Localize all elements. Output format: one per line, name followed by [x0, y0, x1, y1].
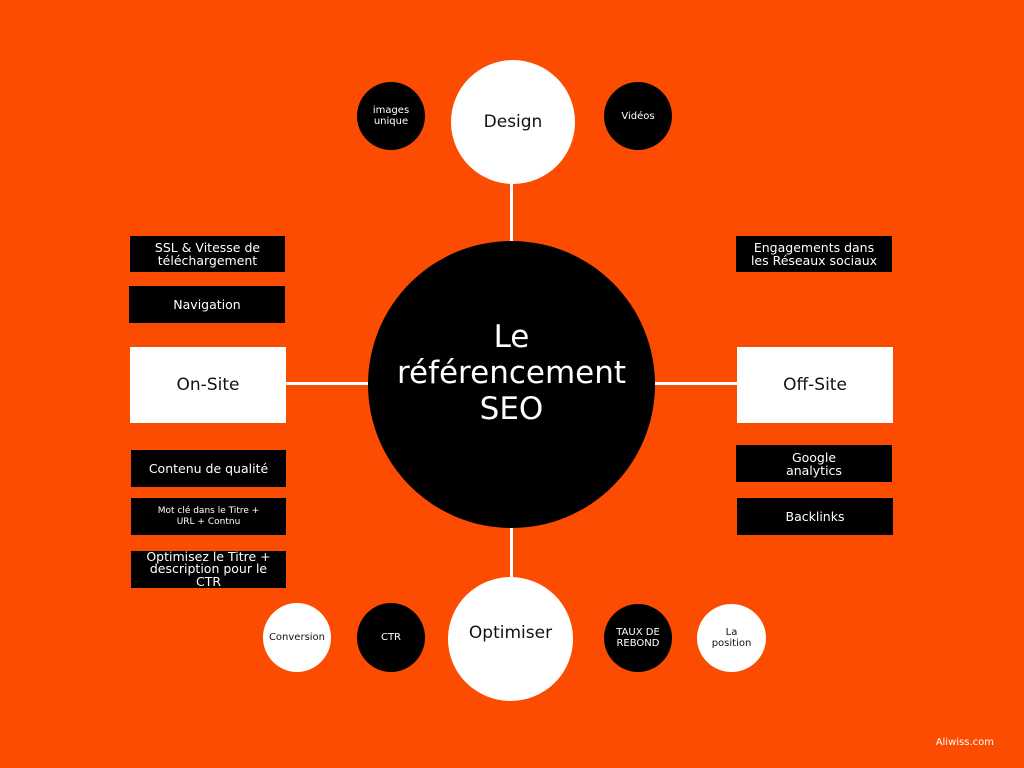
node-design: Design	[451, 60, 575, 184]
item-ssl-vitesse: SSL & Vitesse de téléchargement	[130, 236, 285, 272]
hub-line: SEO	[479, 391, 544, 427]
item-optimisez-titre: Optimisez le Titre + description pour le…	[131, 550, 286, 589]
item-engagements-reseaux: Engagements dans les Réseaux sociaux	[736, 236, 892, 272]
node-ctr: CTR	[357, 603, 425, 672]
item-backlinks: Backlinks	[737, 498, 893, 535]
label-line: TAUX DE	[616, 627, 660, 638]
connector-left	[286, 382, 370, 385]
label-line: les Réseaux sociaux	[750, 253, 878, 268]
label-line: REBOND	[616, 638, 660, 649]
node-images-unique-label: images unique	[373, 105, 409, 127]
node-off-site-label: Off-Site	[783, 375, 847, 395]
hub-title: Le référencement SEO	[397, 319, 626, 427]
label-line: Mot clé dans le Titre +	[157, 505, 260, 516]
label-line: unique	[373, 116, 409, 127]
label-line: Contenu de qualité	[148, 461, 269, 476]
node-taux-rebond: TAUX DE REBOND	[604, 604, 672, 672]
hub-line: Le	[493, 319, 530, 355]
node-conversion: Conversion	[263, 603, 331, 672]
item-google-analytics: Google analytics	[736, 445, 892, 482]
label-line: images	[372, 105, 410, 116]
node-on-site: On-Site	[130, 347, 286, 423]
connector-top	[510, 184, 513, 242]
node-off-site: Off-Site	[737, 347, 893, 423]
node-ctr-label: CTR	[380, 632, 402, 643]
label-line: La	[725, 627, 738, 638]
hub-line: référencement	[396, 355, 627, 391]
node-images-unique: images unique	[357, 82, 425, 150]
node-optimiser-label: Optimiser	[468, 623, 553, 643]
node-videos-label: Vidéos	[621, 110, 655, 122]
item-contenu-qualite: Contenu de qualité	[131, 450, 286, 487]
connector-bottom	[510, 526, 513, 578]
footer-brand: Aliwiss.com	[935, 737, 994, 748]
item-mot-cle: Mot clé dans le Titre + URL + Contnu	[131, 498, 286, 535]
label-line: téléchargement	[157, 253, 258, 268]
label-line: Google	[791, 449, 837, 465]
item-navigation: Navigation	[129, 286, 285, 323]
label-line: Backlinks	[785, 509, 845, 524]
node-design-label: Design	[483, 112, 543, 132]
label-line: CTR	[195, 573, 222, 589]
label-line: position	[711, 638, 752, 649]
label-line: analytics	[786, 462, 842, 478]
node-on-site-label: On-Site	[176, 375, 240, 395]
label-line: Navigation	[173, 297, 241, 312]
node-videos: Vidéos	[604, 82, 672, 150]
node-conversion-label: Conversion	[268, 632, 326, 643]
node-la-position: La position	[697, 604, 766, 672]
connector-right	[654, 382, 738, 385]
hub-node-seo: Le référencement SEO	[368, 241, 655, 528]
label-line: URL + Contnu	[176, 516, 241, 527]
node-optimiser: Optimiser	[448, 577, 573, 701]
